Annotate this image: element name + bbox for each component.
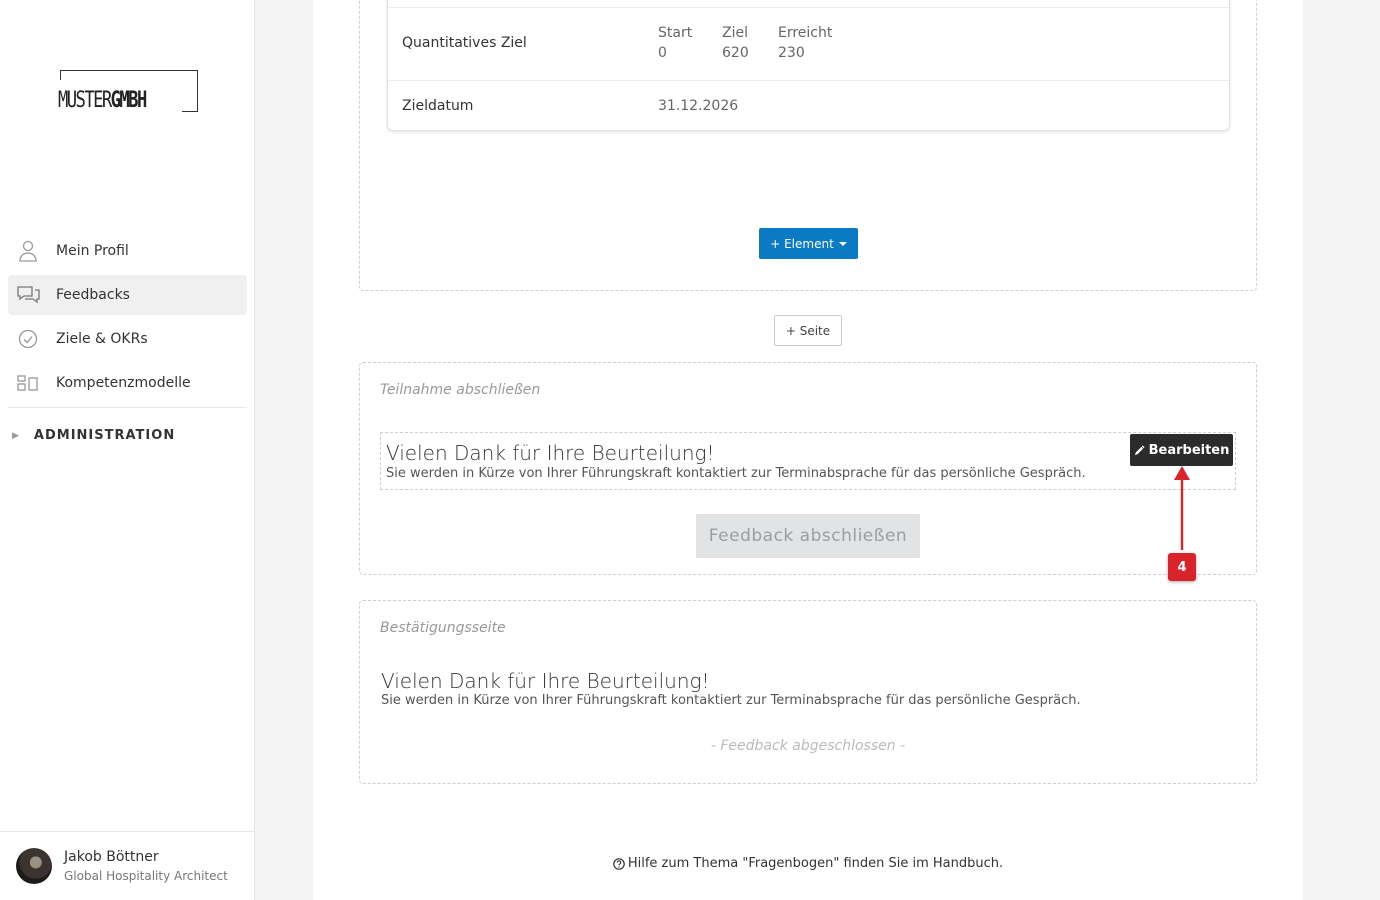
company-logo[interactable]: MUSTERGMBH [58,70,198,113]
add-page-button[interactable]: + Seite [774,315,842,346]
confirmation-section-title: Bestätigungsseite [380,620,506,636]
reached-value: 230 [778,45,805,61]
chat-icon [16,283,40,307]
question-circle-icon [613,857,625,870]
submit-feedback-label: Feedback abschließen [708,526,908,546]
user-name: Jakob Böttner [64,849,159,865]
sidebar-item-feedbacks[interactable]: Feedbacks [8,275,247,315]
sidebar-item-ziele-okrs[interactable]: Ziele & OKRs [8,319,247,359]
target-date-value: 31.12.2026 [658,98,739,114]
admin-label: ADMINISTRATION [33,428,176,443]
sidebar-item-label: Feedbacks [56,287,130,303]
add-element-button[interactable]: + Element [759,228,858,259]
target-date-label: Zieldatum [402,98,474,114]
sidebar-item-administration[interactable]: ▶ ADMINISTRATION [12,428,175,443]
confirmation-thanks-heading: Vielen Dank für Ihre Beurteilung! [381,669,710,693]
user-role: Global Hospitality Architect [64,869,228,883]
user-profile[interactable]: Jakob Böttner Global Hospitality Archite… [0,831,255,900]
annotation-arrow [1174,466,1190,550]
finish-section-title: Teilnahme abschließen [380,382,541,398]
user-icon [16,239,40,263]
sidebar-item-label: Ziele & OKRs [56,331,148,347]
edit-label: Bearbeiten [1148,442,1230,458]
grid-icon [16,371,40,395]
submit-feedback-button[interactable]: Feedback abschließen [696,514,920,558]
help-text: Hilfe zum Thema "Fragenbogen" finden Sie… [627,856,1004,871]
nav-divider [8,407,247,408]
step-number: 4 [1177,559,1187,575]
add-element-label: + Element [770,236,834,251]
avatar [16,848,52,884]
edit-button[interactable]: Bearbeiten [1130,434,1233,466]
sidebar-item-label: Mein Profil [56,243,129,259]
goal-card[interactable] [387,0,1230,131]
sidebar-item-label: Kompetenzmodelle [56,375,191,391]
help-link[interactable]: Hilfe zum Thema "Fragenbogen" finden Sie… [313,856,1303,871]
sidebar-item-mein-profil[interactable]: Mein Profil [8,231,247,271]
start-label: Start [658,25,693,41]
step-badge: 4 [1168,553,1196,581]
check-circle-icon [16,327,40,351]
reached-label: Erreicht [778,25,833,41]
quantitative-goal-label: Quantitatives Ziel [402,35,527,51]
target-label: Ziel [722,25,748,41]
start-value: 0 [658,45,667,61]
pencil-icon [1134,444,1145,456]
finish-thanks-heading: Vielen Dank für Ihre Beurteilung! [386,441,715,465]
main-nav: Mein Profil Feedbacks Ziele & OKRs Kompe… [8,231,247,407]
target-value: 620 [722,45,749,61]
sidebar-item-kompetenzmodelle[interactable]: Kompetenzmodelle [8,363,247,403]
logo-text-gmbh: GMBH [110,88,148,113]
feedback-completed-text: - Feedback abgeschlossen - [710,738,906,754]
finish-subtext: Sie werden in Kürze von Ihrer Führungskr… [386,466,1086,481]
caret-down-icon [838,241,847,246]
logo-text-muster: MUSTER [58,88,112,113]
add-page-label: + Seite [785,323,831,338]
confirmation-subtext: Sie werden in Kürze von Ihrer Führungskr… [381,693,1081,708]
sidebar: MUSTERGMBH Mein Profil Feedbacks Ziele &… [0,0,255,900]
caret-right-icon: ▶ [12,430,20,441]
